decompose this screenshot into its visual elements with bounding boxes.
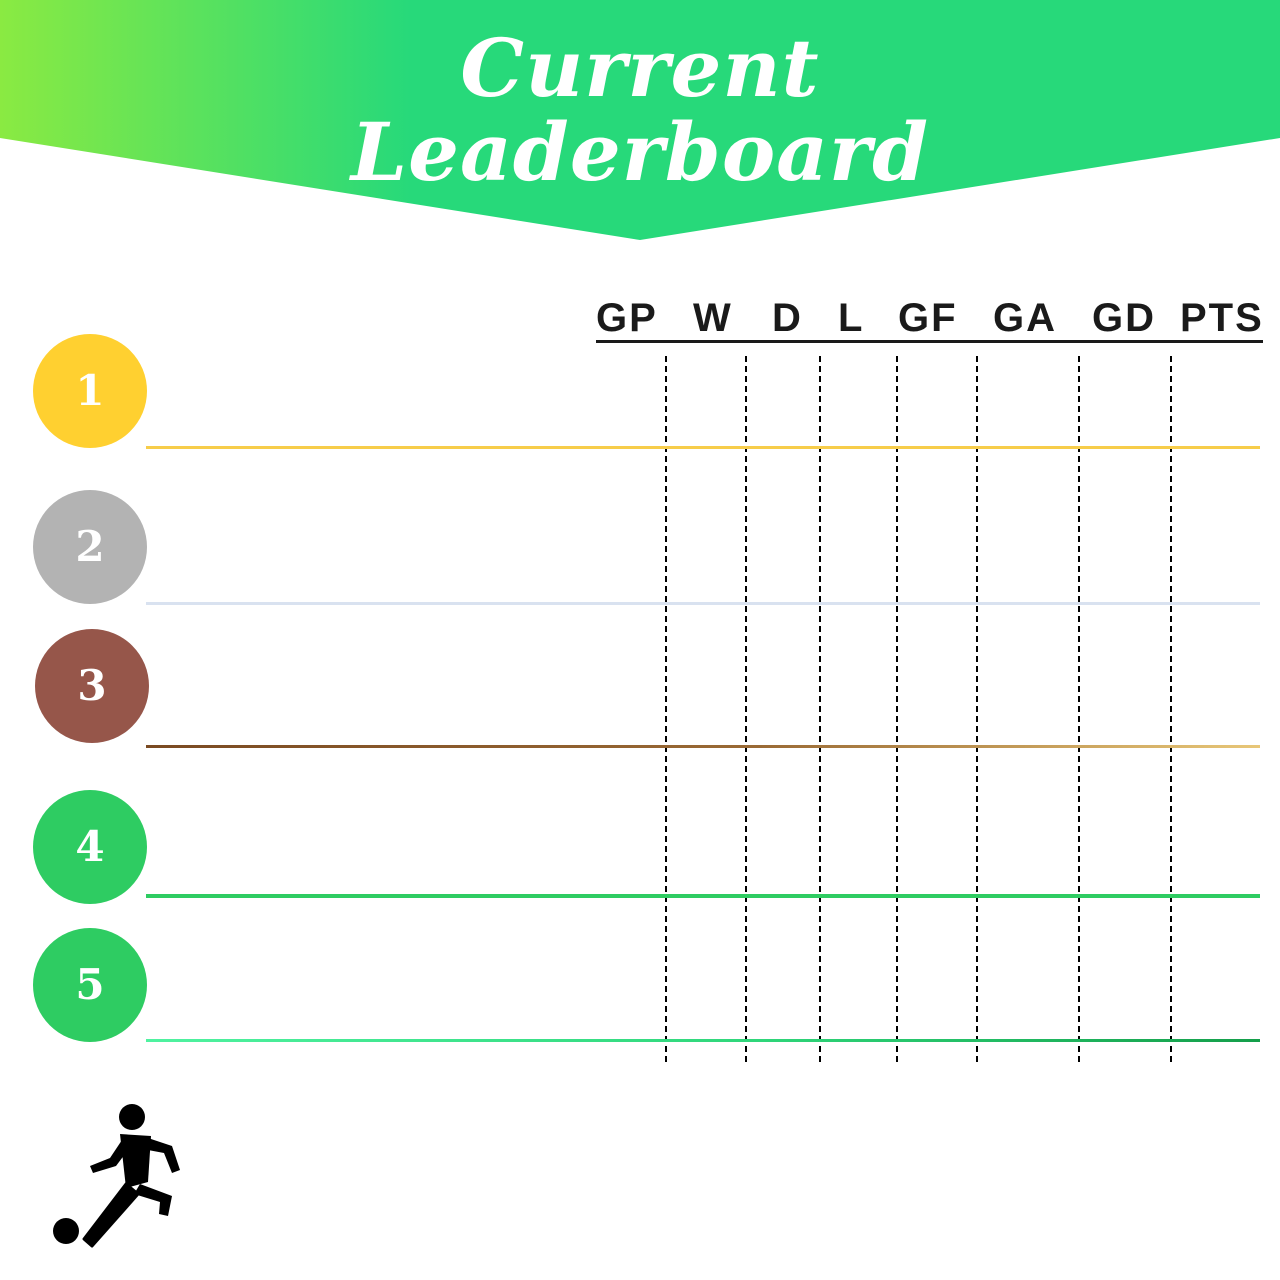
column-header-row: GP W D L GF GA GD PTS — [596, 296, 1264, 346]
rank-badge-4: 4 — [33, 790, 147, 904]
row-line-3 — [146, 745, 1260, 748]
column-header-gf: GF — [898, 296, 958, 340]
row-line-2 — [146, 602, 1260, 605]
rank-badge-1: 1 — [33, 334, 147, 448]
rank-number-2: 2 — [75, 522, 105, 571]
column-header-gd: GD — [1092, 296, 1156, 340]
column-divider — [976, 356, 978, 1062]
column-header-ga: GA — [993, 296, 1057, 340]
column-divider — [1170, 356, 1172, 1062]
rank-number-1: 1 — [75, 366, 105, 415]
row-line-1 — [146, 446, 1260, 449]
row-line-4 — [146, 894, 1260, 898]
title-line-1: Current — [460, 21, 820, 115]
row-line-5 — [146, 1039, 1260, 1042]
title-line-2: Leaderboard — [350, 105, 930, 199]
header-underline — [596, 340, 1263, 343]
rank-number-5: 5 — [75, 960, 105, 1009]
rank-badge-5: 5 — [33, 928, 147, 1042]
column-header-w: W — [693, 296, 733, 340]
column-header-gp: GP — [596, 296, 658, 340]
column-header-pts: PTS — [1180, 296, 1264, 340]
column-header-d: D — [772, 296, 803, 340]
column-divider — [896, 356, 898, 1062]
rank-badge-2: 2 — [33, 490, 147, 604]
rank-number-4: 4 — [75, 822, 105, 871]
column-divider — [665, 356, 667, 1062]
soccer-player-icon — [48, 1100, 198, 1252]
column-header-l: L — [838, 296, 865, 340]
rank-number-3: 3 — [77, 661, 107, 710]
column-divider — [819, 356, 821, 1062]
rank-badge-3: 3 — [35, 629, 149, 743]
column-divider — [745, 356, 747, 1062]
column-divider — [1078, 356, 1080, 1062]
